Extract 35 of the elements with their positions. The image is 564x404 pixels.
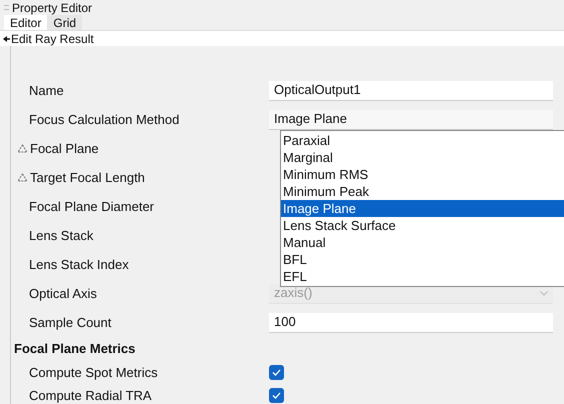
- checkmark-icon: [272, 392, 281, 399]
- checkmark-icon: [272, 369, 281, 376]
- property-label: Lens Stack Index: [29, 256, 129, 274]
- dropdown-option[interactable]: EFL: [281, 268, 564, 285]
- dropdown-option[interactable]: BFL: [281, 251, 564, 268]
- dropdown-option[interactable]: Manual: [281, 234, 564, 251]
- dropdown-option[interactable]: Minimum Peak: [281, 183, 564, 200]
- section-heading: Focal Plane Metrics: [14, 340, 136, 358]
- tab[interactable]: Grid: [47, 15, 82, 30]
- property-label: Lens Stack: [29, 226, 94, 245]
- property-label: Compute Spot Metrics: [29, 364, 158, 382]
- property-label: Focal Plane Diameter: [29, 198, 154, 216]
- text-field[interactable]: 100: [269, 312, 553, 332]
- property-label: Name: [29, 82, 64, 100]
- dropdown-option[interactable]: Image Plane: [281, 200, 564, 217]
- checkbox[interactable]: [269, 365, 284, 380]
- chevron-down-icon: [540, 290, 548, 296]
- tab[interactable]: Editor: [4, 15, 48, 30]
- property-label: Optical Axis: [29, 284, 97, 303]
- dropdown-option[interactable]: Lens Stack Surface: [281, 217, 564, 234]
- dropdown-option[interactable]: Minimum RMS: [281, 166, 564, 183]
- dropdown-option[interactable]: Marginal: [281, 149, 564, 166]
- property-label: Target Focal Length: [30, 168, 145, 187]
- back-link[interactable]: Edit Ray Result: [11, 32, 94, 44]
- text-field[interactable]: OpticalOutput1: [269, 80, 553, 100]
- property-label: Focus Calculation Method: [29, 110, 180, 129]
- dropdown[interactable]: Image Plane: [269, 110, 553, 130]
- checkbox[interactable]: [269, 388, 284, 403]
- dropdown-option[interactable]: Paraxial: [281, 132, 564, 149]
- property-label: Focal Plane: [30, 140, 99, 158]
- back-arrow-icon[interactable]: [3, 36, 10, 42]
- property-label: Compute Radial TRA: [29, 386, 152, 404]
- panel-title: Property Editor: [12, 2, 92, 14]
- drag-handle-icon: [4, 5, 9, 10]
- property-label: Sample Count: [29, 314, 112, 332]
